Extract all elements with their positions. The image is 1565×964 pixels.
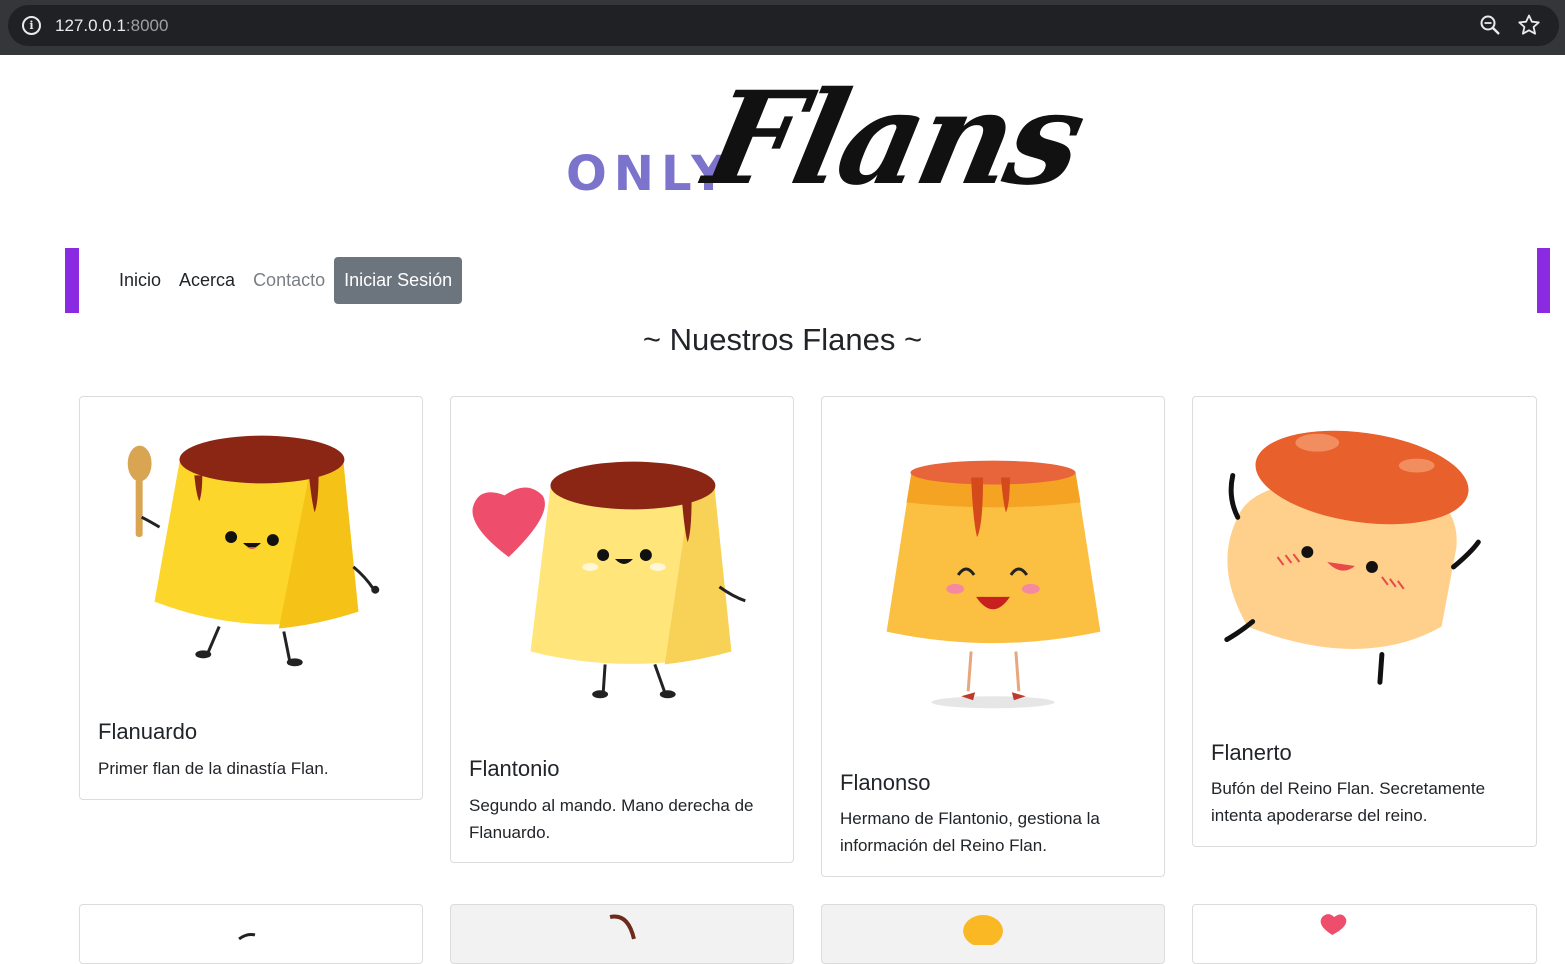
card-description: Segundo al mando. Mano derecha de Flanua… bbox=[469, 796, 754, 842]
card-description: Primer flan de la dinastía Flan. bbox=[98, 759, 329, 778]
card-title: Flanuardo bbox=[98, 719, 198, 744]
card-description: Hermano de Flantonio, gestiona la inform… bbox=[840, 809, 1100, 855]
login-button[interactable]: Iniciar Sesión bbox=[334, 257, 463, 304]
site-info-icon[interactable]: i bbox=[22, 16, 41, 35]
card-description: Bufón del Reino Flan. Secretamente inten… bbox=[1211, 779, 1486, 825]
logo-flans-text: Flans bbox=[694, 64, 1094, 214]
flan-card[interactable] bbox=[79, 904, 423, 964]
main-nav: Inicio Acerca Contacto Iniciar Sesión bbox=[110, 257, 471, 304]
flan-card[interactable]: Flanuardo Primer flan de la dinastía Fla… bbox=[79, 396, 423, 800]
card-title: Flanerto bbox=[1211, 740, 1292, 765]
flan-card[interactable]: Flanerto Bufón del Reino Flan. Secretame… bbox=[1192, 396, 1537, 847]
flan-card[interactable]: Flanonso Hermano de Flantonio, gestiona … bbox=[821, 396, 1165, 877]
flan-card[interactable] bbox=[1192, 904, 1537, 964]
bookmark-star-icon[interactable] bbox=[1517, 13, 1541, 37]
nav-accent-right bbox=[1537, 248, 1550, 313]
flan-image bbox=[609, 914, 636, 940]
flan-card[interactable] bbox=[821, 904, 1165, 964]
flan-image bbox=[963, 915, 1003, 945]
nav-link-inicio[interactable]: Inicio bbox=[119, 270, 161, 291]
url-text[interactable]: 127.0.0.1:8000 bbox=[55, 15, 168, 36]
flan-card[interactable] bbox=[450, 904, 794, 964]
nav-link-acerca[interactable]: Acerca bbox=[179, 270, 235, 291]
card-title: Flantonio bbox=[469, 756, 560, 781]
address-bar[interactable]: i 127.0.0.1:8000 bbox=[8, 5, 1559, 46]
flan-image-flanerto bbox=[1224, 430, 1481, 685]
nav-accent-left bbox=[65, 248, 79, 313]
flan-image bbox=[238, 932, 256, 941]
site-logo[interactable]: ONLY Flans bbox=[560, 64, 1094, 222]
flan-image-flantonio bbox=[472, 461, 746, 699]
zoom-icon[interactable] bbox=[1479, 14, 1501, 36]
nav-link-contacto[interactable]: Contacto bbox=[253, 270, 325, 291]
browser-toolbar: i 127.0.0.1:8000 bbox=[0, 0, 1565, 55]
flan-image-flanonso bbox=[886, 460, 1101, 709]
flan-card[interactable]: Flantonio Segundo al mando. Mano derecha… bbox=[450, 396, 794, 863]
section-title: ~ Nuestros Flanes ~ bbox=[642, 322, 923, 357]
flan-image bbox=[1320, 914, 1347, 935]
card-title: Flanonso bbox=[840, 770, 931, 795]
flan-image-flanuardo bbox=[127, 435, 380, 667]
